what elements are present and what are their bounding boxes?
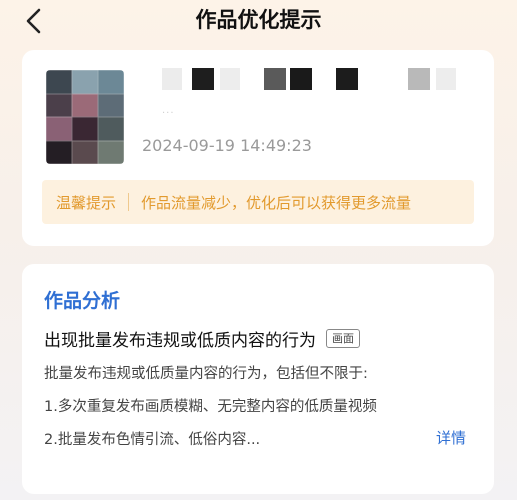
post-card[interactable]: ··· 2024-09-19 14:49:23 温馨提示 作品流量减少，优化后可…: [22, 50, 494, 246]
issue-description: 批量发布违规或低质量内容的行为，包括但不限于:: [44, 366, 368, 382]
tip-banner: 温馨提示 作品流量减少，优化后可以获得更多流量: [42, 180, 474, 224]
tip-divider: [128, 193, 130, 211]
issue-title: 出现批量发布违规或低质内容的行为: [44, 331, 316, 351]
analysis-card: 作品分析 出现批量发布违规或低质内容的行为 画面 批量发布违规或低质量内容的行为…: [22, 264, 494, 494]
blurred-post-title: [162, 68, 482, 90]
issue-heading: 出现批量发布违规或低质内容的行为 画面: [44, 326, 360, 351]
issue-tag: 画面: [326, 329, 360, 348]
issue-item: 2.批量发布色情引流、低俗内容...: [44, 432, 261, 448]
tip-text: 作品流量减少，优化后可以获得更多流量: [141, 193, 412, 212]
section-title: 作品分析: [44, 290, 121, 312]
post-subtitle: ···: [162, 108, 175, 119]
navigation-bar: 作品优化提示: [0, 0, 517, 44]
post-thumbnail[interactable]: [46, 70, 124, 164]
post-timestamp: 2024-09-19 14:49:23: [142, 136, 312, 155]
details-link[interactable]: 详情: [436, 427, 466, 448]
issue-item: 1.多次重复发布画质模糊、无完整内容的低质量视频: [44, 399, 377, 415]
page-title: 作品优化提示: [195, 8, 322, 32]
tip-label: 温馨提示: [56, 193, 117, 212]
